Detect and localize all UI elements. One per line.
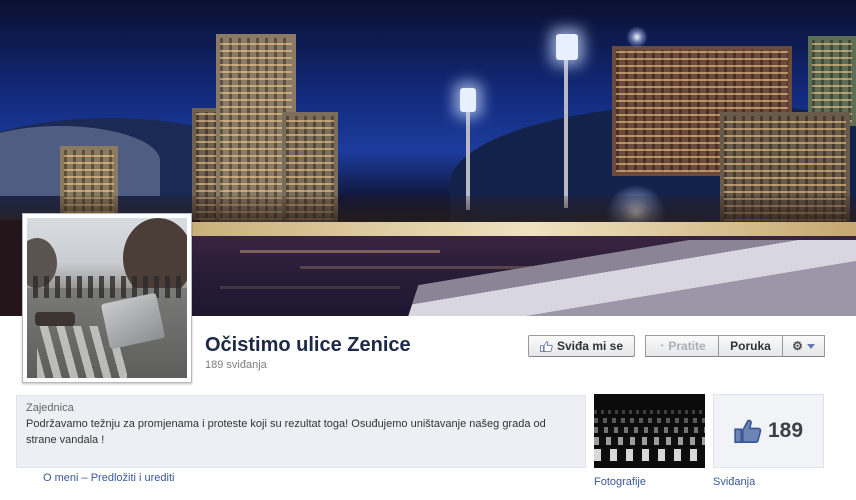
message-button[interactable]: Poruka: [719, 335, 783, 357]
message-button-label: Poruka: [730, 339, 771, 353]
cover-snowy-bank: [407, 240, 856, 316]
settings-dropdown-button[interactable]: ⚙: [783, 335, 825, 357]
thumbs-up-icon: [734, 419, 762, 443]
link-separator: –: [81, 472, 88, 484]
page-category: Zajednica: [26, 402, 74, 414]
page-description: Podržavamo težnju za promjenama i protes…: [26, 418, 546, 446]
likes-tile-count: 189: [767, 419, 804, 442]
photos-link[interactable]: Fotografije: [594, 476, 646, 488]
rss-icon: ◔: [658, 340, 665, 352]
about-links: O meni – Predložiti i urediti: [43, 472, 174, 484]
stadium-light-pole: [466, 110, 470, 210]
suggest-edit-link[interactable]: Predložiti i urediti: [91, 472, 175, 484]
page-action-buttons: ◔ Pratite Poruka ⚙: [645, 335, 825, 357]
about-box: Zajednica Podržavamo težnju za promjenam…: [16, 395, 586, 468]
stadium-floodlight: [460, 88, 476, 112]
light-glow: [626, 26, 648, 48]
photos-tile[interactable]: [594, 394, 705, 468]
likes-link[interactable]: Sviđanja: [713, 476, 755, 488]
page-title[interactable]: Očistimo ulice Zenice: [205, 334, 411, 357]
like-button[interactable]: Sviđa mi se: [528, 335, 635, 357]
profile-photo-image: [27, 218, 187, 378]
chevron-down-icon: [806, 343, 815, 349]
about-link[interactable]: O meni: [43, 472, 78, 484]
likes-count-subtitle: 189 sviđanja: [205, 359, 267, 371]
profile-picture[interactable]: [22, 213, 192, 383]
likes-tile[interactable]: 189: [713, 394, 824, 468]
like-button-label: Sviđa mi se: [556, 339, 624, 353]
follow-button[interactable]: ◔ Pratite: [645, 335, 719, 357]
thumbs-up-icon: [540, 340, 553, 352]
follow-button-label: Pratite: [668, 339, 706, 353]
gear-icon: ⚙: [792, 339, 803, 353]
stadium-floodlight: [556, 34, 578, 60]
stadium-light-pole: [564, 58, 568, 208]
